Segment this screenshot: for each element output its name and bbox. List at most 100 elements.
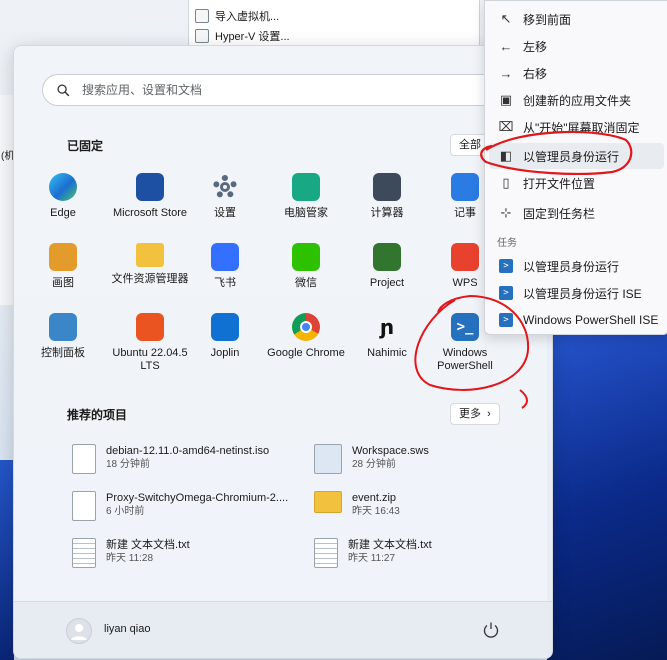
- task-item-label: Windows PowerShell ISE: [523, 313, 659, 327]
- pinned-app-7[interactable]: 文件资源管理器: [110, 243, 190, 286]
- pinned-app-label: 控制面板: [41, 347, 85, 359]
- pinned-app-16[interactable]: ɲ Nahimic: [347, 313, 427, 360]
- context-item-7[interactable]: ⊹ 固定到任务栏: [489, 200, 664, 226]
- pinned-app-13[interactable]: Ubuntu 22.04.5 LTS: [110, 313, 190, 373]
- background-window-edge: (机: [0, 95, 14, 305]
- powershell-icon: >_: [451, 313, 479, 341]
- context-item-5[interactable]: ◧ 以管理员身份运行: [489, 143, 664, 169]
- hyperv-settings-item[interactable]: Hyper-V 设置...: [189, 26, 479, 46]
- pinned-app-12[interactable]: 控制面板: [23, 313, 103, 360]
- pinned-app-3[interactable]: 电脑管家: [266, 173, 346, 220]
- user-icon: [71, 624, 87, 640]
- pinned-title: 已固定: [67, 139, 104, 153]
- arrow-left-icon: ←: [499, 38, 513, 54]
- pc-manager-icon: [292, 173, 320, 201]
- context-item-label: 左移: [523, 39, 548, 54]
- context-item-4[interactable]: ⌧ 从"开始"屏幕取消固定: [489, 114, 664, 140]
- context-item-label: 从"开始"屏幕取消固定: [523, 120, 640, 135]
- pinned-app-4[interactable]: 计算器: [347, 173, 427, 220]
- task-item-2[interactable]: > Windows PowerShell ISE: [489, 307, 664, 333]
- recommended-item-4[interactable]: 新建 文本文档.txt 昨天 11:28: [72, 538, 190, 568]
- more-button[interactable]: 更多 ›: [450, 403, 500, 425]
- context-item-label: 右移: [523, 66, 548, 81]
- pinned-app-14[interactable]: Joplin: [185, 313, 265, 360]
- wallpaper-right: [547, 300, 667, 660]
- import-vm-item[interactable]: 导入虚拟机...: [189, 6, 479, 26]
- recommended-item-name: Proxy-SwitchyOmega-Chromium-2....: [106, 492, 289, 504]
- zip-folder-icon: [314, 491, 342, 513]
- recommended-item-name: Workspace.sws: [352, 445, 429, 457]
- context-item-1[interactable]: ← 左移: [489, 33, 664, 59]
- pinned-app-label: 计算器: [370, 207, 404, 219]
- recommended-item-5[interactable]: 新建 文本文档.txt 昨天 11:27: [314, 538, 432, 568]
- context-item-0[interactable]: ↖ 移到前面: [489, 6, 664, 32]
- shield-run-icon: ◧: [499, 148, 513, 163]
- start-footer: liyan qiao: [14, 601, 552, 658]
- recommended-item-name: event.zip: [352, 492, 397, 504]
- ubuntu-icon: [136, 313, 164, 341]
- text-file-icon: [314, 538, 338, 568]
- pinned-app-8[interactable]: 飞书: [185, 243, 265, 290]
- notepad-icon: [451, 173, 479, 201]
- gear-icon: [211, 173, 239, 201]
- pin-icon: ⊹: [500, 205, 512, 220]
- search-icon: [57, 83, 70, 96]
- pinned-app-label: 飞书: [214, 277, 236, 289]
- recommended-item-2[interactable]: Proxy-SwitchyOmega-Chromium-2.... 6 小时前: [72, 491, 288, 521]
- pinned-app-10[interactable]: Project: [347, 243, 427, 290]
- joplin-icon: [211, 313, 239, 341]
- calculator-icon: [373, 173, 401, 201]
- pinned-app-2[interactable]: 设置: [185, 173, 265, 220]
- arrow-right-icon: →: [499, 65, 513, 81]
- pinned-app-9[interactable]: 微信: [266, 243, 346, 290]
- context-item-6[interactable]: ▯ 打开文件位置: [489, 170, 664, 196]
- pinned-app-label: Google Chrome: [267, 347, 345, 359]
- task-item-0[interactable]: > 以管理员身份运行: [489, 253, 664, 279]
- recommended-item-time: 昨天 16:43: [352, 506, 400, 517]
- pinned-app-1[interactable]: Microsoft Store: [110, 173, 190, 220]
- context-item-2[interactable]: → 右移: [489, 60, 664, 86]
- recommended-item-time: 28 分钟前: [352, 459, 396, 470]
- pinned-app-label: 文件资源管理器: [111, 273, 189, 285]
- project-icon: [373, 243, 401, 271]
- pinned-app-label: Project: [369, 277, 405, 289]
- start-menu: 已固定 全部 EdgeMicrosoft Store设置电脑管家计算器记事画图文…: [13, 45, 553, 659]
- wallpaper-left: [0, 460, 14, 660]
- workspace-icon: [314, 444, 342, 474]
- pinned-app-0[interactable]: Edge: [23, 173, 103, 220]
- search-box[interactable]: [42, 74, 530, 106]
- recommended-item-time: 昨天 11:27: [348, 553, 396, 564]
- context-item-3[interactable]: ▣ 创建新的应用文件夹: [489, 87, 664, 113]
- power-icon[interactable]: [480, 619, 502, 641]
- nahimic-icon: ɲ: [379, 315, 395, 339]
- recommended-item-time: 昨天 11:28: [106, 553, 154, 564]
- settings-doc-icon: [195, 29, 209, 43]
- search-input[interactable]: [80, 82, 484, 98]
- unpin-icon: ⌧: [498, 119, 514, 134]
- recommended-title: 推荐的项目: [67, 408, 128, 422]
- wps-icon: [451, 243, 479, 271]
- arrow-up-left-icon: ↖: [500, 11, 512, 26]
- powershell-icon: >: [499, 286, 513, 300]
- user-name[interactable]: liyan qiao: [104, 623, 150, 635]
- task-item-1[interactable]: > 以管理员身份运行 ISE: [489, 280, 664, 306]
- avatar[interactable]: [66, 618, 92, 644]
- wechat-icon: [292, 243, 320, 271]
- recommended-item-name: 新建 文本文档.txt: [348, 539, 432, 551]
- pinned-app-15[interactable]: Google Chrome: [266, 313, 346, 360]
- feishu-icon: [211, 243, 239, 271]
- recommended-item-3[interactable]: event.zip 昨天 16:43: [314, 491, 400, 518]
- pinned-app-label: Ubuntu 22.04.5 LTS: [112, 347, 188, 372]
- recommended-item-time: 18 分钟前: [106, 459, 150, 470]
- pinned-app-6[interactable]: 画图: [23, 243, 103, 290]
- recommended-item-time: 6 小时前: [106, 506, 145, 517]
- text-file-icon: [72, 538, 96, 568]
- store-icon: [136, 173, 164, 201]
- recommended-item-1[interactable]: Workspace.sws 28 分钟前: [314, 444, 429, 474]
- file-icon: [72, 491, 96, 521]
- recommended-item-0[interactable]: debian-12.11.0-amd64-netinst.iso 18 分钟前: [72, 444, 269, 474]
- edge-icon: [49, 173, 77, 201]
- recommended-item-name: debian-12.11.0-amd64-netinst.iso: [106, 445, 270, 457]
- new-folder-icon: ▣: [499, 92, 513, 107]
- open-file-location-icon: ▯: [502, 175, 510, 190]
